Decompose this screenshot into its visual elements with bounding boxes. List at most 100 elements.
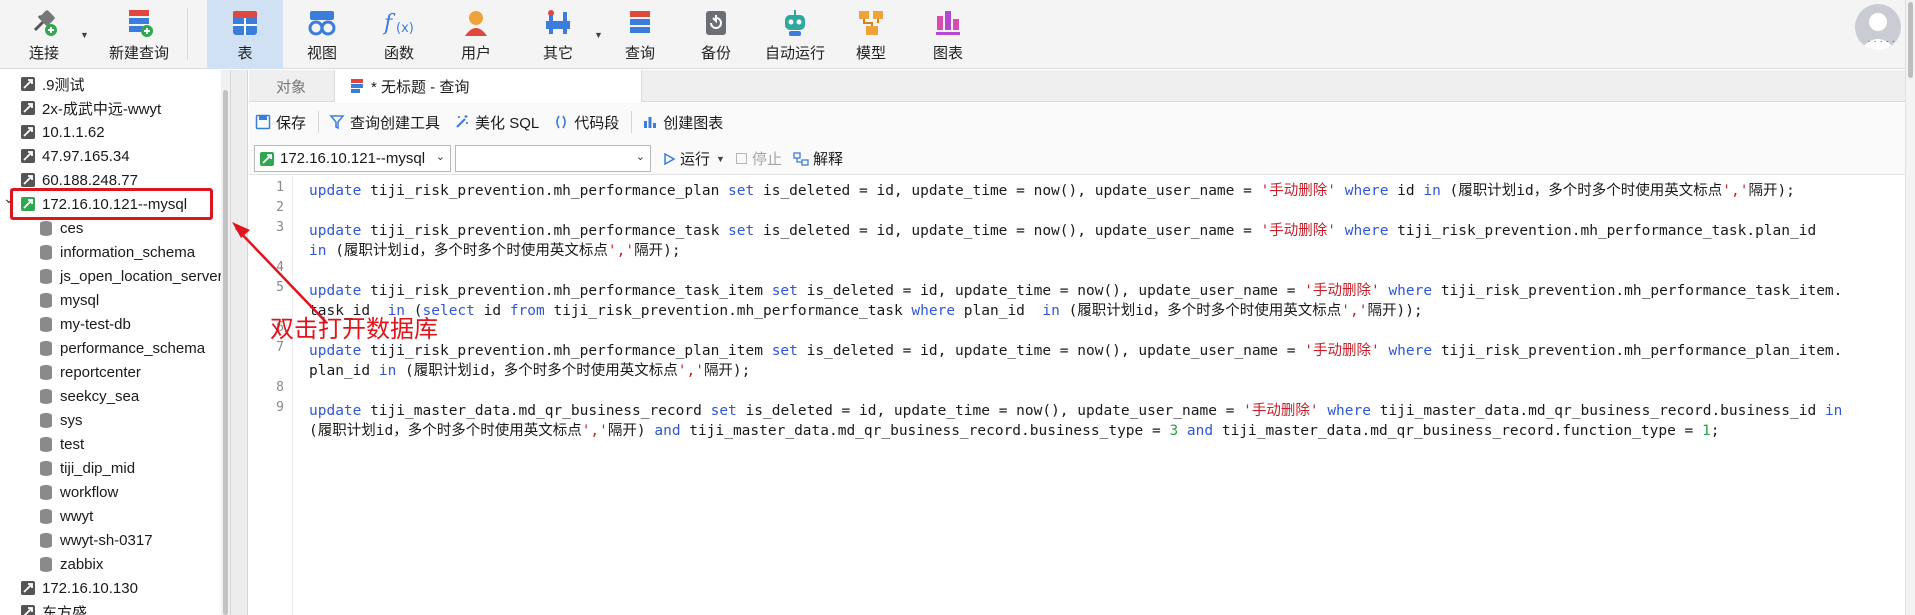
code-line-7: update tiji_risk_prevention.mh_performan…	[309, 343, 1843, 359]
run-label: 运行	[680, 151, 711, 168]
explain-button[interactable]: 解释	[793, 148, 843, 169]
annotation-text: 双击打开数据库	[270, 316, 438, 343]
tree-item-label: zabbix	[60, 555, 104, 573]
toolbar-model-button[interactable]: 模型	[833, 0, 909, 69]
toolbar-backup-label: 备份	[700, 45, 731, 62]
toolbar-automation-label: 自动运行	[764, 45, 825, 62]
query-builder-button[interactable]: 查询创建工具	[329, 112, 440, 133]
chevron-down-icon: ⌄	[635, 151, 645, 163]
toolbar-view-button[interactable]: 视图	[284, 0, 360, 69]
tree-connection-item[interactable]: 172.16.10.130	[0, 576, 138, 600]
avatar-caption: · · · · ·	[1867, 36, 1895, 47]
code-line-7-wrap: plan_id in (履职计划id，多个时多个时使用英文标点','隔开);	[309, 363, 751, 379]
tree-item-label: 东方盛	[42, 604, 88, 615]
tree-scrollbar-thumb[interactable]	[223, 90, 228, 615]
tab-bar: 对象 * 无标题 - 查询	[249, 70, 1915, 102]
tree-database-item[interactable]: wwyt-sh-0317	[0, 528, 153, 552]
chevron-down-icon[interactable]: ▼	[80, 30, 89, 40]
database-icon	[38, 388, 60, 404]
chevron-down-icon[interactable]: ▼	[716, 154, 725, 164]
code-line-9: update tiji_master_data.md_qr_business_r…	[309, 403, 1843, 419]
query-action-bar: 保存 查询创建工具 美化 SQL 代码段 创建图表	[249, 103, 1915, 141]
query-builder-label: 查询创建工具	[350, 114, 441, 132]
create-chart-button[interactable]: 创建图表	[642, 112, 723, 133]
chevron-down-icon[interactable]: ▼	[594, 30, 603, 40]
window-scrollbar-thumb[interactable]	[1908, 2, 1913, 78]
toolbar-function-button[interactable]: f (x) 函数	[361, 0, 437, 69]
tree-connection-item[interactable]: 东方盛	[0, 600, 87, 615]
connection-select[interactable]: 172.16.10.121--mysql ⌄	[254, 145, 451, 172]
toolbar-user-button[interactable]: 用户	[438, 0, 514, 69]
tree-item-label: test	[60, 435, 85, 453]
explain-icon	[793, 151, 809, 166]
toolbar-chart-label: 图表	[932, 45, 963, 62]
save-button[interactable]: 保存	[255, 112, 306, 133]
model-icon	[859, 11, 883, 35]
connection-icon	[20, 148, 42, 164]
tree-database-item[interactable]: my-test-db	[0, 312, 131, 336]
toolbar-other-label: 其它	[542, 45, 573, 62]
action-divider	[631, 111, 633, 133]
tree-item-label: 47.97.165.34	[42, 147, 130, 165]
tree-database-item[interactable]: zabbix	[0, 552, 103, 576]
connection-icon	[20, 580, 42, 596]
toolbar-divider	[187, 8, 188, 60]
tree-database-item[interactable]: wwyt	[0, 504, 93, 528]
beautify-sql-label: 美化 SQL	[475, 114, 540, 132]
tree-database-item[interactable]: tiji_dip_mid	[0, 456, 135, 480]
toolbar-new-query-button[interactable]: 新建查询	[92, 0, 186, 69]
run-button[interactable]: 运行 ▼	[662, 148, 725, 169]
toolbar-model-label: 模型	[855, 45, 886, 62]
tab-objects-label: 对象	[275, 78, 306, 96]
tree-database-item[interactable]: test	[0, 432, 84, 456]
tab-query[interactable]: * 无标题 - 查询	[334, 70, 642, 102]
database-icon	[38, 460, 60, 476]
code-snippet-button[interactable]: 代码段	[553, 112, 619, 133]
tree-database-item[interactable]: performance_schema	[0, 336, 205, 360]
tree-database-item[interactable]: sys	[0, 408, 83, 432]
tree-database-item[interactable]: seekcy_sea	[0, 384, 139, 408]
database-icon	[38, 364, 60, 380]
database-icon	[38, 244, 60, 260]
tree-connection-item[interactable]: .9测试	[0, 72, 85, 96]
tree-connection-item[interactable]: 47.97.165.34	[0, 144, 130, 168]
code-line-3: update tiji_risk_prevention.mh_performan…	[309, 223, 1817, 239]
tree-item-label: js_open_location_server	[60, 267, 223, 285]
toolbar-table-button[interactable]: 表	[207, 0, 283, 69]
tree-database-item[interactable]: workflow	[0, 480, 118, 504]
toolbar-chart-button[interactable]: 图表	[910, 0, 986, 69]
tab-objects[interactable]: 对象	[249, 70, 333, 102]
svg-text:f: f	[382, 11, 396, 36]
tree-item-label: 172.16.10.130	[42, 579, 138, 597]
toolbar-automation-button[interactable]: 自动运行	[754, 0, 836, 69]
toolbar-backup-button[interactable]: 备份	[680, 0, 752, 69]
window-scrollbar[interactable]	[1905, 0, 1915, 615]
tree-item-label: information_schema	[60, 243, 196, 261]
database-select[interactable]: ⌄	[455, 145, 651, 172]
connection-icon	[20, 604, 42, 615]
tree-database-item[interactable]: reportcenter	[0, 360, 141, 384]
table-icon	[233, 11, 257, 35]
tab-query-label: * 无标题 - 查询	[371, 78, 470, 96]
action-divider	[318, 111, 320, 133]
tree-connection-item[interactable]: 10.1.1.62	[0, 120, 105, 144]
tree-connection-item[interactable]: 2x-成武中远-wwyt	[0, 96, 161, 120]
toolbar-connect-button[interactable]: 连接	[12, 0, 76, 69]
tools-icon	[546, 10, 570, 34]
stop-button[interactable]: 停止	[736, 148, 782, 169]
tree-database-item[interactable]: information_schema	[0, 240, 195, 264]
tree-database-item[interactable]: mysql	[0, 288, 99, 312]
tree-database-item[interactable]: js_open_location_server	[0, 264, 223, 288]
tree-item-label: sys	[60, 411, 83, 429]
toolbar-query-button[interactable]: 查询	[604, 0, 676, 69]
line-number: 4	[276, 260, 284, 275]
beautify-sql-button[interactable]: 美化 SQL	[454, 112, 539, 133]
toolbar-other-button[interactable]: 其它	[520, 0, 596, 69]
robot-icon	[785, 10, 805, 36]
mysql-connection-icon	[260, 151, 274, 166]
query-icon	[630, 11, 650, 33]
panel-splitter[interactable]	[230, 70, 248, 615]
plug-connect-icon	[33, 10, 57, 36]
database-icon	[38, 268, 60, 284]
sql-editor[interactable]: 123456789 update tiji_risk_prevention.mh…	[249, 176, 1915, 615]
